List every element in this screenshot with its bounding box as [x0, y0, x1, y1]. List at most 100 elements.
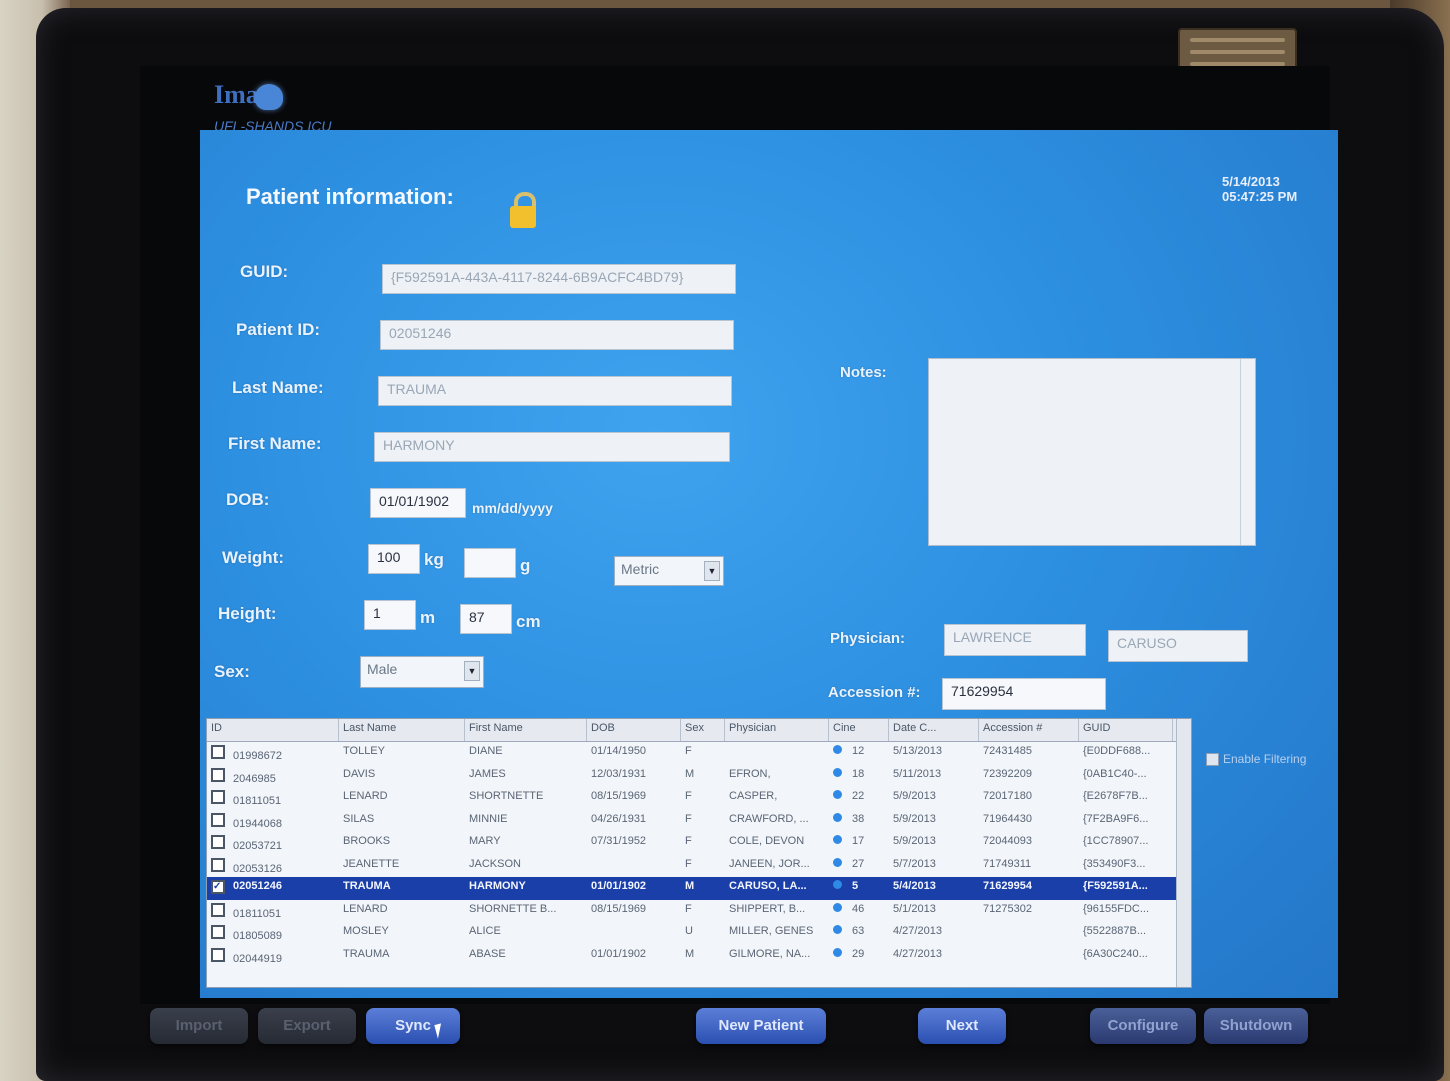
weight-kg-field[interactable]: 100: [368, 544, 420, 574]
cell-first: SHORTNETTE: [469, 790, 544, 802]
row-id: 01805089: [233, 930, 282, 942]
next-button[interactable]: Next: [918, 1008, 1006, 1044]
cell-dob: 07/31/1952: [591, 835, 647, 847]
row-checkbox[interactable]: [211, 925, 225, 939]
notes-scrollbar[interactable]: [1240, 359, 1255, 545]
cell-guid: {E0DDF688...: [1083, 745, 1151, 757]
cell-sex: F: [685, 812, 692, 825]
cell-dob: 01/01/1902: [591, 880, 647, 892]
height-label: Height:: [218, 604, 277, 623]
col-sex[interactable]: Sex: [681, 719, 725, 741]
table-row[interactable]: 02053126 JEANETTE JACKSON F JANEEN, JOR... 27…: [207, 855, 1191, 878]
row-checkbox[interactable]: [211, 812, 225, 827]
cell-id: 01998672: [207, 742, 339, 765]
cell-first: ABASE: [469, 947, 506, 960]
table-row[interactable]: 01805089 MOSLEY ALICE U MILLER, GENES 63 4/27/…: [207, 922, 1191, 945]
last-name-label: Last Name:: [232, 378, 324, 397]
col-accession[interactable]: Accession #: [979, 719, 1079, 741]
cell-id: 01805089: [207, 922, 339, 945]
table-row[interactable]: ✓ 02051246 TRAUMA HARMONY 01/01/1902 M CARUSO,…: [207, 877, 1191, 900]
table-row[interactable]: 2046985 DAVIS JAMES 12/03/1931 M EFRON, 18 5/11…: [207, 765, 1191, 788]
cell-physician: CRAWFORD, ...: [729, 812, 809, 825]
cell-id: 2046985: [207, 765, 339, 788]
row-id: 01811051: [233, 907, 282, 920]
cell-dob: 12/03/1931: [591, 767, 647, 780]
cell-first: DIANE: [469, 745, 503, 757]
weight-g-field[interactable]: [464, 548, 516, 578]
row-checkbox[interactable]: [211, 902, 225, 917]
cine-dot-icon: [833, 880, 842, 889]
table-row[interactable]: 01998672 TOLLEY DIANE 01/14/1950 F 12 5/13/201…: [207, 742, 1191, 765]
new-patient-button[interactable]: New Patient: [696, 1008, 826, 1044]
cell-sex: U: [685, 925, 693, 937]
cell-acc: 71275302: [983, 902, 1032, 915]
cell-first: HARMONY: [469, 880, 526, 892]
cell-date: 5/7/2013: [893, 857, 936, 870]
chevron-down-icon[interactable]: ▼: [704, 561, 720, 581]
sex-select[interactable]: Male ▼: [360, 656, 484, 688]
physician-first-field[interactable]: LAWRENCE: [944, 624, 1086, 656]
cell-sex: M: [685, 880, 695, 892]
cell-sex: F: [685, 745, 692, 757]
height-cm-field[interactable]: 87: [460, 604, 512, 634]
table-scrollbar[interactable]: [1176, 719, 1191, 987]
notes-label: Notes:: [840, 364, 887, 381]
cell-date: 4/27/2013: [893, 947, 942, 960]
cell-acc: 71964430: [983, 812, 1032, 825]
row-checkbox[interactable]: ✓: [211, 880, 225, 894]
col-last-name[interactable]: Last Name: [339, 719, 465, 741]
row-cine: 17: [852, 835, 865, 847]
physician-last-field[interactable]: CARUSO: [1108, 630, 1248, 662]
dob-field[interactable]: 01/01/1902: [370, 488, 466, 518]
cell-last: LENARD: [343, 902, 388, 915]
table-row[interactable]: 02044919 TRAUMA ABASE 01/01/1902 M GILMORE, N…: [207, 945, 1191, 968]
table-row[interactable]: 01944068 SILAS MINNIE 04/26/1931 F CRAWFORD, …: [207, 810, 1191, 833]
row-checkbox[interactable]: [211, 857, 225, 872]
lock-icon[interactable]: [510, 192, 536, 230]
cell-last: TRAUMA: [343, 880, 391, 892]
row-checkbox[interactable]: [211, 947, 225, 962]
accession-field[interactable]: 71629954: [942, 678, 1106, 710]
col-guid[interactable]: GUID: [1079, 719, 1173, 741]
cell-dob: 01/14/1950: [591, 745, 647, 757]
last-name-field[interactable]: TRAUMA: [378, 376, 732, 406]
unit-system-select[interactable]: Metric ▼: [614, 556, 724, 586]
import-button[interactable]: Import: [150, 1008, 248, 1044]
col-first-name[interactable]: First Name: [465, 719, 587, 741]
filter-checkbox[interactable]: [1206, 753, 1219, 767]
col-cine[interactable]: Cine: [829, 719, 889, 741]
notes-textarea[interactable]: [928, 358, 1256, 546]
cell-first: MARY: [469, 835, 501, 847]
sex-value: Male: [367, 661, 398, 677]
col-physician[interactable]: Physician: [725, 719, 829, 741]
cell-cine: 17: [829, 832, 889, 855]
row-cine: 22: [852, 790, 865, 802]
chevron-down-icon[interactable]: ▼: [464, 661, 480, 681]
row-checkbox[interactable]: [211, 790, 225, 804]
table-row[interactable]: 02053721 BROOKS MARY 07/31/1952 F COLE, DEVON…: [207, 832, 1191, 855]
cine-dot-icon: [833, 790, 842, 799]
export-button[interactable]: Export: [258, 1008, 356, 1044]
cine-dot-icon: [833, 925, 842, 934]
row-checkbox[interactable]: [211, 745, 225, 759]
guid-field[interactable]: {F592591A-443A-4117-8244-6B9ACFC4BD79}: [382, 264, 736, 294]
clock: 5/14/2013 05:47:25 PM: [1222, 174, 1297, 204]
shutdown-button[interactable]: Shutdown: [1204, 1008, 1308, 1044]
cell-guid: {353490F3...: [1083, 857, 1146, 870]
first-name-field[interactable]: HARMONY: [374, 432, 730, 462]
col-id[interactable]: ID: [207, 719, 339, 741]
col-date[interactable]: Date C...: [889, 719, 979, 741]
cell-acc: [979, 922, 1079, 945]
cine-dot-icon: [833, 902, 842, 912]
row-checkbox[interactable]: [211, 835, 225, 849]
table-row[interactable]: 01811051 LENARD SHORTNETTE 08/15/1969 F CASPE…: [207, 787, 1191, 810]
clock-date: 5/14/2013: [1222, 174, 1280, 189]
col-dob[interactable]: DOB: [587, 719, 681, 741]
sync-button[interactable]: Sync: [366, 1008, 460, 1044]
height-m-field[interactable]: 1: [364, 600, 416, 630]
row-checkbox[interactable]: [211, 767, 225, 782]
configure-button[interactable]: Configure: [1090, 1008, 1196, 1044]
enable-filtering[interactable]: Enable Filtering: [1206, 752, 1306, 767]
table-row[interactable]: 01811051 LENARD SHORNETTE B... 08/15/1969 F S…: [207, 900, 1191, 923]
patient-id-field[interactable]: 02051246: [380, 320, 734, 350]
